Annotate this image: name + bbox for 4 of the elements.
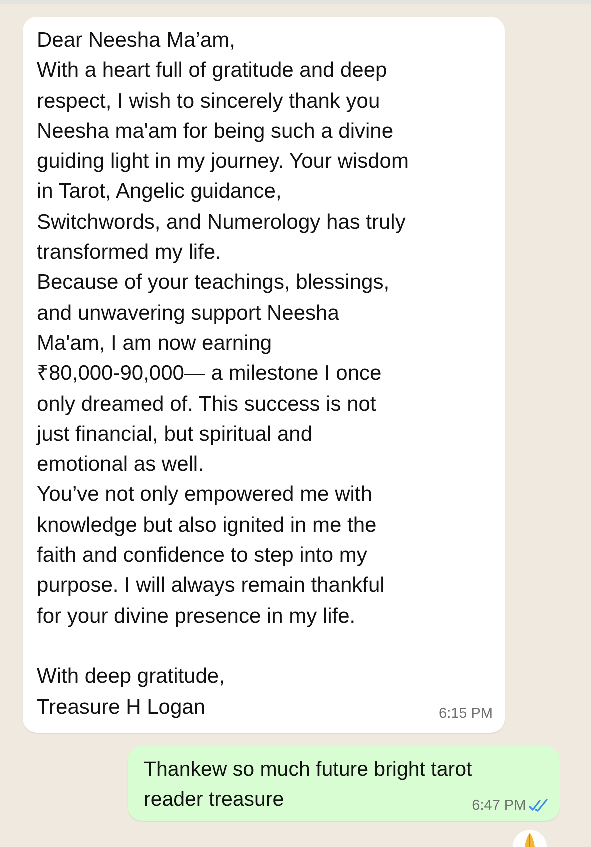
message-time: 6:47 PM [472,796,526,815]
message-time: 6:15 PM [439,704,493,723]
message-text: Dear Neesha Ma’am, With a heart full of gratitude and deep respect, I wish to sincerely thank you Neesha ma'am for being such a divine guiding light in my journey. Your wisdom in Tarot, Angelic guidance, Switchwords, and Numerology has truly transformed my life. Because of your teachings, blessings, and unwavering support Neesha Ma'am, I am now earning ₹80,000-90,000— a milestone I once only dreamed of. This success is not just financial, but spiritual and emotional as well. You’ve not only empowered me with knowledge but also ignited in me the faith and confidence to step into my purpose. I will always remain thankful for your divine presence in my life. With deep gratitude, Treasure H Logan [37,28,409,721]
message-text: Thankew so much future bright tarot reader treasure [144,756,472,813]
